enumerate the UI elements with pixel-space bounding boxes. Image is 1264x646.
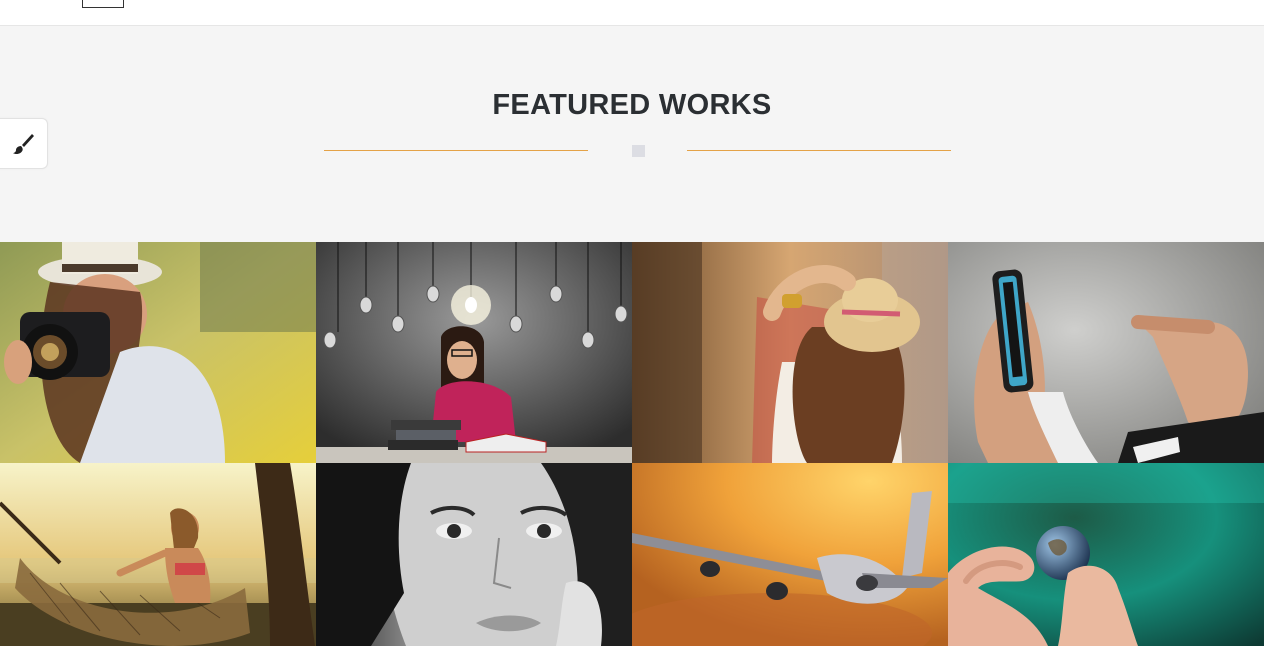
- title-divider-right: [687, 150, 951, 151]
- gallery-item-globe[interactable]: [948, 463, 1264, 646]
- section-title: FEATURED WORKS: [492, 89, 772, 121]
- woman-in-hammock-photo: [0, 463, 316, 646]
- gallery-item-bw-face[interactable]: [316, 463, 632, 646]
- gallery-item-hat-woman[interactable]: [632, 242, 948, 463]
- gallery-item-phone-hands[interactable]: [948, 242, 1264, 463]
- title-divider-left: [324, 150, 588, 151]
- gallery-item-airplane[interactable]: [632, 463, 948, 646]
- girl-with-lightbulbs-photo: [316, 242, 632, 463]
- woman-with-camera-photo: [0, 242, 316, 463]
- featured-works-gallery: [0, 242, 1264, 646]
- airplane-sunset-photo: [632, 463, 948, 646]
- gallery-item-lightbulbs-girl[interactable]: [316, 242, 632, 463]
- hand-holding-phone-photo: [948, 242, 1264, 463]
- woman-face-bw-photo: [316, 463, 632, 646]
- style-switcher-button[interactable]: [0, 118, 48, 169]
- paintbrush-icon: [13, 133, 34, 154]
- title-divider-square: [632, 145, 645, 157]
- hand-holding-globe-photo: [948, 463, 1264, 646]
- top-navigation-bar: [0, 0, 1264, 26]
- menu-toggle-icon[interactable]: [82, 0, 124, 8]
- gallery-item-hammock[interactable]: [0, 463, 316, 646]
- woman-with-straw-hat-photo: [632, 242, 948, 463]
- gallery-item-camera-woman[interactable]: [0, 242, 316, 463]
